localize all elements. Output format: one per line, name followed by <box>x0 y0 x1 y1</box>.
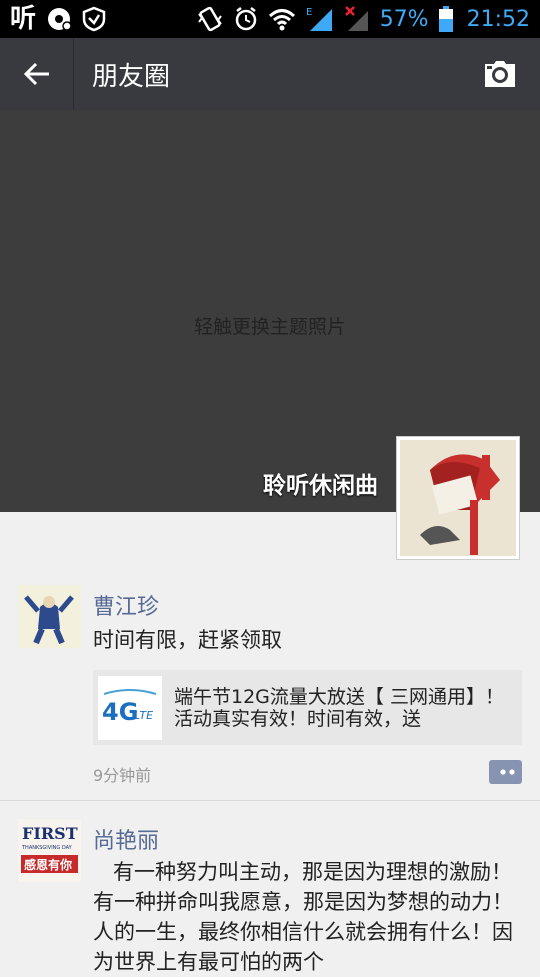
comment-button[interactable] <box>489 760 522 784</box>
link-thumbnail: 4G LTE <box>98 675 162 740</box>
battery-icon <box>438 6 453 32</box>
signal-e-icon: E <box>306 7 332 31</box>
svg-text:感恩有你: 感恩有你 <box>24 857 72 872</box>
page-title: 朋友圈 <box>92 61 171 92</box>
title-bar: 朋友圈 <box>0 38 540 110</box>
status-bar: 听 E 57% 21:52 <box>0 0 540 38</box>
post-text: 有一种努力叫主动，那是因为理想的激励！ 有一种拼命叫我愿意，那是因为梦想的动力！… <box>93 860 513 974</box>
camera-icon <box>485 61 515 87</box>
post-time: 9分钟前 <box>93 766 152 785</box>
camera-button[interactable] <box>470 38 530 110</box>
avatar[interactable] <box>18 585 81 648</box>
divider <box>0 800 540 801</box>
mailbox-image <box>400 440 516 556</box>
svg-text:4G: 4G <box>102 698 138 726</box>
cover-username[interactable]: 聆听休闲曲 <box>263 466 378 500</box>
clock: 21:52 <box>466 6 530 32</box>
svg-text:LTE: LTE <box>134 709 153 722</box>
svg-text:THANKSGIVING DAY: THANKSGIVING DAY <box>21 845 73 851</box>
app-notification-glyph: 听 <box>10 4 37 34</box>
vibrate-icon <box>197 6 222 32</box>
wifi-icon <box>268 9 295 31</box>
feed-post: FIRST THANKSGIVING DAY 感恩有你 尚艳丽 有一种努力叫主动… <box>0 819 540 974</box>
alarm-icon <box>235 7 256 31</box>
post-text: 时间有限，赶紧领取 <box>93 628 282 652</box>
post-author[interactable]: 曹江珍 <box>93 589 159 621</box>
shared-link-card[interactable]: 4G LTE 端午节12G流量大放送【 三网通用】！活动真实有效！时间有效，送 <box>93 670 522 745</box>
post-author[interactable]: 尚艳丽 <box>93 823 159 855</box>
arrow-left-icon <box>23 62 49 86</box>
feed-post: 曹江珍 时间有限，赶紧领取 4G LTE 端午节12G流量大放送【 三网通用】！… <box>0 585 540 801</box>
signal-no-sim-icon <box>344 6 368 31</box>
avatar[interactable]: FIRST THANKSGIVING DAY 感恩有你 <box>18 819 81 882</box>
back-button[interactable] <box>0 38 74 110</box>
svg-text:FIRST: FIRST <box>22 824 78 843</box>
shield-icon <box>82 6 106 32</box>
svg-text:E: E <box>306 7 312 18</box>
comment-icon <box>489 767 515 777</box>
link-title: 端午节12G流量大放送【 三网通用】！活动真实有效！时间有效，送 <box>174 685 504 730</box>
my-avatar[interactable] <box>396 436 520 560</box>
cover-hint: 轻触更换主题照片 <box>193 316 346 338</box>
disc-icon <box>48 8 72 31</box>
battery-percent: 57% <box>379 6 429 32</box>
